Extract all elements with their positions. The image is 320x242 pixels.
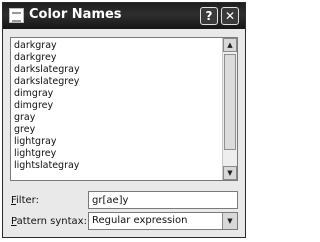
pattern-syntax-label-text: attern syntax: (16, 216, 87, 227)
vertical-scrollbar[interactable]: ▲ ▼ (222, 38, 237, 180)
list-item[interactable]: darkgray (11, 40, 221, 52)
list-items: darkgray darkgrey darkslategray darkslategr… (11, 40, 221, 172)
window-title: Color Names (29, 7, 122, 22)
scroll-down-arrow-icon[interactable]: ▼ (223, 166, 237, 180)
list-item[interactable]: gray (11, 112, 221, 124)
list-item[interactable]: grey (11, 124, 221, 136)
chevron-down-icon[interactable]: ▼ (222, 213, 237, 229)
list-item[interactable]: darkslategray (11, 64, 221, 76)
scrollbar-thumb[interactable] (224, 54, 236, 150)
filter-label: Filter: (11, 195, 39, 206)
close-icon[interactable]: ✕ (221, 7, 239, 25)
list-item[interactable]: lightslategray (11, 160, 221, 172)
pattern-syntax-select[interactable]: Regular expression ▼ (88, 212, 238, 230)
title-bar[interactable]: Color Names ? ✕ (3, 3, 245, 29)
scroll-up-arrow-icon[interactable]: ▲ (223, 38, 237, 52)
list-item[interactable]: darkgrey (11, 52, 221, 64)
list-item[interactable]: dimgrey (11, 100, 221, 112)
list-item[interactable]: lightgray (11, 136, 221, 148)
list-item[interactable]: darkslategrey (11, 76, 221, 88)
pattern-syntax-value: Regular expression (92, 215, 188, 226)
color-names-dialog: Color Names ? ✕ darkgray darkgrey darkslat… (2, 2, 246, 238)
color-names-list[interactable]: darkgray darkgrey darkslategray darkslategr… (10, 37, 238, 181)
filter-input[interactable] (88, 191, 238, 209)
window-app-icon (9, 8, 24, 23)
filter-label-text: ilter: (16, 195, 39, 206)
list-item[interactable]: dimgray (11, 88, 221, 100)
pattern-syntax-label: Pattern syntax: (11, 216, 87, 227)
help-icon[interactable]: ? (200, 7, 218, 25)
list-item[interactable]: lightgrey (11, 148, 221, 160)
